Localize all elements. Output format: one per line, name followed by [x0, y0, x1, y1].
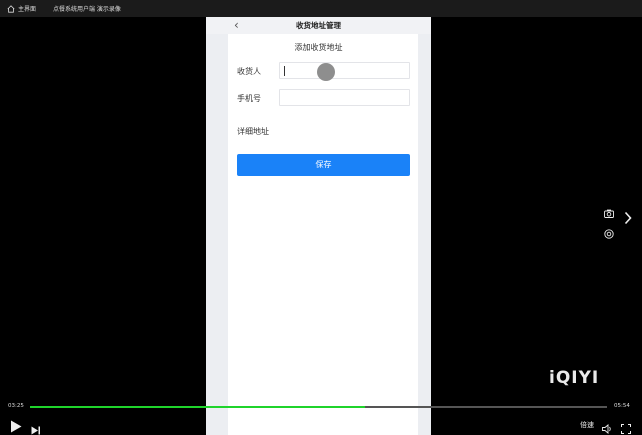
play-button[interactable] [10, 418, 22, 435]
video-title: 点餐系统用户端 演示录像 [53, 6, 121, 13]
home-label: 主界面 [18, 6, 37, 13]
phone-number-input[interactable] [279, 89, 410, 106]
section-title: 添加收货地址 [294, 43, 343, 52]
receiver-label: 收货人 [237, 67, 261, 76]
side-panel-toggle[interactable] [624, 210, 632, 229]
touch-indicator [317, 63, 335, 81]
phone-screen: ‹ 收货地址管理 添加收货地址 收货人 手机号 详细地址 保存 [206, 17, 431, 435]
progress-fill [30, 406, 365, 408]
screenshot-button[interactable] [604, 203, 614, 222]
fullscreen-icon [621, 424, 631, 434]
total-time: 05:54 [614, 403, 630, 409]
home-icon [7, 4, 15, 13]
progress-bar[interactable] [30, 406, 607, 408]
next-button[interactable] [31, 420, 41, 435]
progress-area: 03:25 05:54 [0, 395, 642, 435]
playback-speed-button[interactable]: 倍速 [580, 420, 594, 430]
volume-button[interactable] [602, 419, 613, 435]
chevron-right-icon [624, 211, 632, 225]
phone-number-label: 手机号 [237, 94, 261, 103]
camera-icon [604, 209, 614, 218]
play-icon [11, 420, 22, 433]
next-icon [31, 426, 40, 435]
address-label: 详细地址 [237, 127, 269, 136]
player-top-bar: 主界面 点餐系统用户端 演示录像 [0, 0, 642, 17]
receiver-input[interactable] [279, 62, 410, 79]
current-time: 03:25 [8, 403, 24, 409]
fullscreen-button[interactable] [621, 419, 631, 435]
page-title: 收货地址管理 [296, 21, 341, 30]
volume-icon [602, 424, 611, 434]
nav-bar: ‹ 收货地址管理 [206, 17, 431, 34]
save-button[interactable]: 保存 [237, 154, 410, 176]
aperture-icon [604, 229, 614, 239]
home-link[interactable]: 主界面 [7, 4, 36, 13]
watermark-logo: iQIYI [549, 368, 600, 388]
text-caret [284, 66, 285, 76]
gif-capture-button[interactable] [604, 224, 614, 243]
